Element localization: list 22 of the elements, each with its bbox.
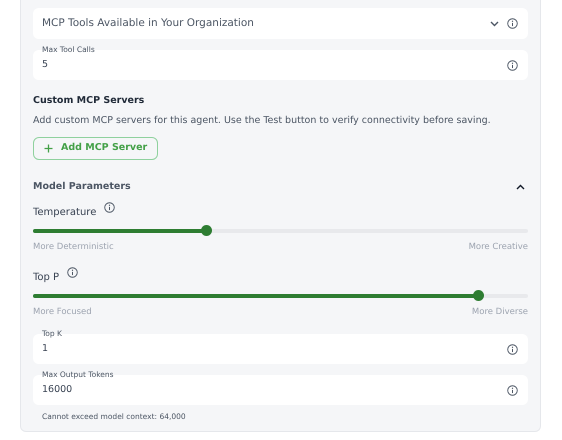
slider-track[interactable]	[33, 228, 528, 233]
plus-icon	[44, 144, 53, 152]
info-icon[interactable]	[67, 266, 78, 278]
chevron-down-icon[interactable]	[490, 20, 499, 26]
scale-label: More Diverse	[472, 306, 528, 318]
info-icon[interactable]	[507, 384, 518, 396]
slider-thumb[interactable]	[473, 290, 484, 301]
scale-label: More Deterministic	[33, 240, 114, 254]
slider-thumb[interactable]	[200, 225, 212, 236]
chevron-up-icon[interactable]	[516, 184, 525, 190]
info-icon[interactable]	[507, 18, 518, 29]
section-title: Model Parameters	[33, 180, 132, 194]
info-icon[interactable]	[104, 202, 116, 213]
description-text: Add custom MCP servers for this agent. Use the Test button to verify connectivity before saving.	[33, 114, 492, 128]
info-icon[interactable]	[507, 344, 518, 355]
select-field[interactable]: MCP Tools Available in Your Organization	[33, 8, 528, 39]
slider-label: Top P	[33, 270, 60, 284]
slider-label: Temperature	[33, 206, 96, 220]
scale-label: More Focused	[33, 306, 92, 318]
info-icon[interactable]	[507, 60, 518, 70]
scale-label: More Creative	[468, 240, 528, 254]
section-title: Custom MCP Servers	[33, 94, 146, 108]
